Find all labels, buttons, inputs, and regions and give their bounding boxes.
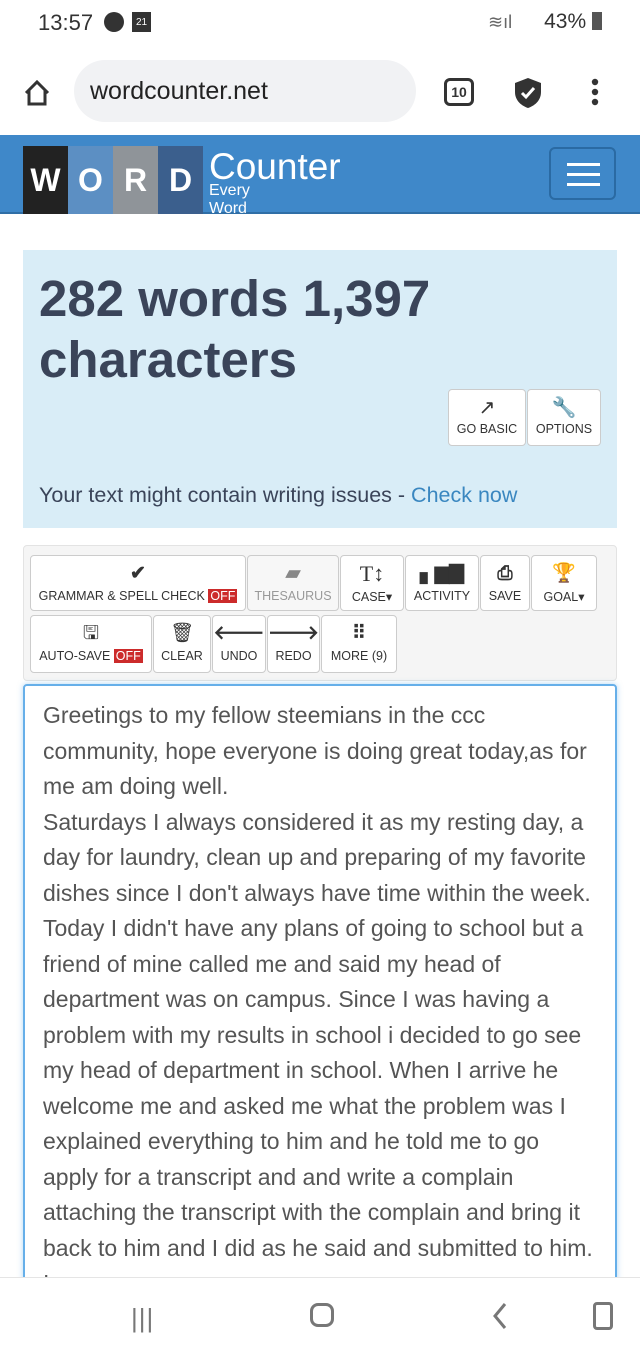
go-basic-button[interactable]: ↗ GO BASIC: [448, 389, 526, 446]
check-icon: ✔: [130, 563, 146, 584]
home-icon[interactable]: [22, 78, 52, 108]
browser-toolbar: wordcounter.net 10: [0, 50, 640, 135]
undo-button[interactable]: 🡐 UNDO: [212, 615, 266, 673]
word-character-count: 282 words 1,397 characters: [39, 270, 431, 388]
options-button[interactable]: 🔧 OPTIONS: [527, 389, 601, 446]
battery-icon: [592, 12, 602, 30]
arrow-right-icon: 🡒: [268, 623, 319, 644]
site-header: W O R D Counter Every Word Counts: [0, 135, 640, 235]
redo-button[interactable]: 🡒 REDO: [267, 615, 320, 673]
back-icon[interactable]: [492, 1302, 508, 1330]
home-nav-icon[interactable]: [310, 1303, 334, 1327]
tab-switcher-button[interactable]: 10: [444, 78, 474, 106]
status-bar: 13:57 21 ≋ıl 43%: [0, 0, 640, 50]
android-nav-bar: |||: [0, 1277, 640, 1351]
writing-issues-notice: Your text might contain writing issues -…: [39, 483, 518, 507]
wifi-signal-icon: ≋ıl: [488, 12, 513, 32]
save-button[interactable]: ⎙ SAVE: [480, 555, 530, 611]
book-icon: ▰: [285, 563, 301, 584]
wrench-icon: 🔧: [551, 397, 577, 419]
shield-check-icon[interactable]: [513, 76, 543, 110]
url-bar[interactable]: wordcounter.net: [74, 60, 416, 122]
calendar-icon: 21: [132, 12, 151, 32]
activity-button[interactable]: ▖▆▇ ACTIVITY: [405, 555, 479, 611]
auto-save-button[interactable]: 🖫 AUTO-SAVE OFF: [30, 615, 152, 673]
menu-button[interactable]: [549, 147, 616, 200]
goal-button[interactable]: 🏆 GOAL▾: [531, 555, 597, 611]
check-now-link[interactable]: Check now: [411, 483, 517, 507]
more-vert-icon[interactable]: [588, 78, 602, 108]
bar-chart-icon: ▖▆▇: [420, 563, 464, 584]
recent-apps-icon[interactable]: |||: [131, 1303, 154, 1334]
floppy-disk-icon: 🖫: [82, 623, 100, 644]
editor-text: Greetings to my fellow steemians in the …: [43, 702, 593, 1296]
grammar-check-button[interactable]: ✔ GRAMMAR & SPELL CHECK OFF: [30, 555, 246, 611]
more-button[interactable]: ⠿ MORE (9): [321, 615, 397, 673]
account-icon: [104, 12, 124, 32]
file-download-icon: ⎙: [497, 563, 513, 584]
battery-level: 43%: [544, 10, 602, 34]
thesaurus-button[interactable]: ▰ THESAURUS: [247, 555, 339, 611]
external-link-icon: ↗: [478, 397, 496, 419]
trophy-icon: 🏆: [552, 563, 576, 584]
text-height-icon: T↕: [359, 561, 385, 586]
clock: 13:57: [38, 10, 94, 35]
arrow-left-icon: 🡐: [213, 623, 265, 644]
stats-panel: 282 words 1,397 characters ↗ GO BASIC 🔧 OP…: [23, 250, 617, 528]
rotate-screen-icon[interactable]: [593, 1302, 613, 1330]
case-button[interactable]: T↕ CASE▾: [340, 555, 404, 611]
text-editor[interactable]: Greetings to my fellow steemians in the …: [23, 684, 617, 1304]
trash-icon: 🗑: [169, 623, 195, 644]
grid-icon: ⠿: [352, 623, 366, 644]
editor-toolbar: ✔ GRAMMAR & SPELL CHECK OFF ▰ THESAURUS T↕…: [23, 545, 617, 681]
clear-button[interactable]: 🗑 CLEAR: [153, 615, 211, 673]
